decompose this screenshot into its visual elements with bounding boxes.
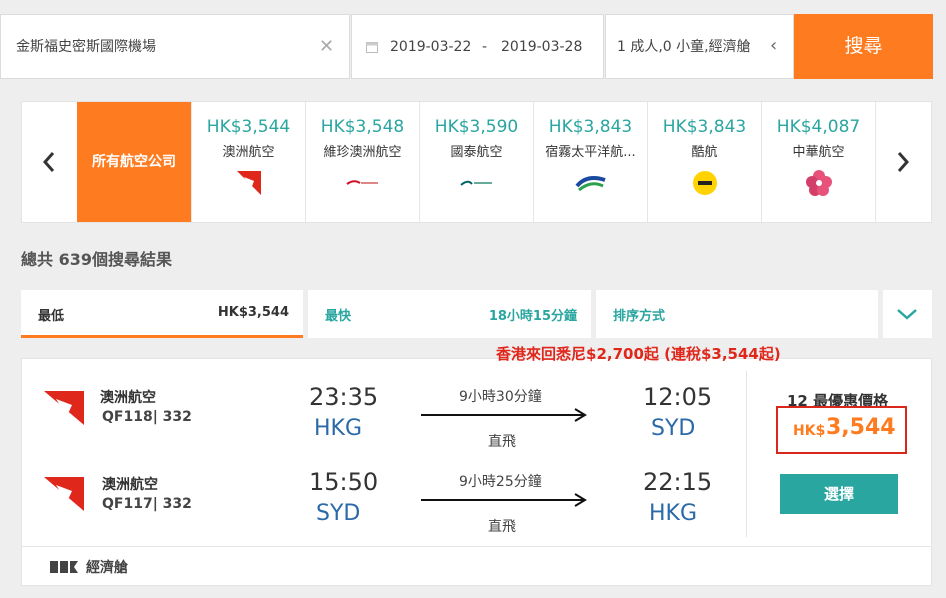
airline-price: HK$3,548 — [320, 117, 405, 137]
leg-departure-code: SYD — [316, 501, 361, 526]
calendar-icon — [366, 42, 378, 53]
destination-value: 金斯福史密斯國際機場 — [16, 39, 156, 55]
qantas-logo-icon — [44, 391, 84, 425]
airline-china-airlines[interactable]: HK$4,087 中華航空 — [761, 102, 875, 222]
arrow-right-icon — [421, 408, 587, 422]
qantas-logo-icon — [229, 168, 269, 198]
airline-price: HK$3,843 — [662, 117, 747, 137]
price-currency: HK$ — [793, 423, 826, 439]
leg-arrival-code: SYD — [651, 416, 696, 441]
airline-name: 中華航空 — [792, 145, 845, 160]
airline-virgin-australia[interactable]: HK$3,548 維珍澳洲航空 — [305, 102, 419, 222]
sort-tab-fastest[interactable]: 最快 18小時15分鐘 — [308, 290, 591, 338]
qantas-logo-icon — [44, 477, 84, 511]
leg-duration: 9小時25分鐘 — [459, 474, 542, 490]
all-airlines-tab[interactable]: 所有航空公司 — [77, 102, 191, 222]
select-button[interactable]: 選擇 — [780, 474, 898, 514]
airline-scoot[interactable]: HK$3,843 酷航 — [647, 102, 761, 222]
price-column-divider — [746, 371, 747, 537]
sort-tab-sort-by[interactable]: 排序方式 — [596, 290, 878, 338]
leg-flight-number: QF117| 332 — [102, 496, 192, 512]
leg-arrival-time: 22:15 — [643, 468, 713, 496]
price-box: HK$ 3,544 — [776, 406, 907, 454]
airline-name: 宿霧太平洋航... — [545, 145, 636, 160]
sort-tab-label: 排序方式 — [613, 309, 666, 324]
airline-name: 國泰航空 — [450, 145, 503, 160]
prev-arrow[interactable] — [22, 102, 76, 222]
leg-airline: 澳洲航空 — [100, 390, 156, 406]
promo-banner-text: 香港來回悉尼$2,700起 (連稅$3,544起) — [496, 345, 781, 363]
leg-flight-number: QF118| 332 — [102, 409, 192, 425]
airline-qantas[interactable]: HK$3,544 澳洲航空 — [191, 102, 305, 222]
date-from: 2019-03-22 — [390, 39, 472, 55]
card-footer-divider — [22, 546, 931, 547]
chevron-left-icon: ‹ — [770, 35, 778, 56]
chevron-right-icon — [897, 152, 909, 172]
next-arrow[interactable] — [875, 102, 929, 222]
sort-tab-label: 最快 — [325, 309, 352, 324]
leg-stops: 直飛 — [488, 434, 516, 450]
date-range-field[interactable]: 2019-03-22 - 2019-03-28 — [351, 14, 604, 79]
airline-price: HK$4,087 — [776, 117, 861, 137]
leg-departure-time: 15:50 — [309, 468, 379, 496]
leg-airline: 澳洲航空 — [102, 477, 158, 493]
virgin-logo-icon — [343, 168, 383, 198]
arrow-right-icon — [421, 493, 587, 507]
leg-departure-time: 23:35 — [309, 383, 379, 411]
seat-icon — [50, 561, 78, 573]
price-value: 3,544 — [826, 415, 896, 440]
passengers-value: 1 成人,0 小童,經濟艙 — [617, 39, 751, 55]
date-to: 2019-03-28 — [501, 39, 583, 55]
sort-tab-cheapest[interactable]: 最低 HK$3,544 — [21, 290, 303, 338]
sort-dropdown-button[interactable] — [883, 290, 932, 338]
flight-result-card: 澳洲航空 QF118| 332 23:35 HKG 9小時30分鐘 直飛 12:… — [21, 358, 932, 586]
airline-cathay[interactable]: HK$3,590 國泰航空 — [419, 102, 533, 222]
sort-tab-label: 最低 — [38, 309, 65, 324]
airline-name: 維珍澳洲航空 — [323, 145, 402, 160]
airline-name: 澳洲航空 — [222, 145, 275, 160]
airline-name: 酷航 — [691, 145, 718, 160]
leg-arrival-code: HKG — [649, 501, 698, 526]
date-separator: - — [482, 39, 488, 55]
leg-duration: 9小時30分鐘 — [459, 389, 542, 405]
cabin-class: 經濟艙 — [86, 560, 128, 576]
leg-departure-code: HKG — [314, 416, 363, 441]
clear-icon[interactable]: ✕ — [319, 36, 334, 57]
passengers-field[interactable]: 1 成人,0 小童,經濟艙 ‹ — [605, 14, 794, 79]
destination-field[interactable]: 金斯福史密斯國際機場 ✕ — [0, 14, 350, 79]
cebu-logo-icon — [571, 168, 611, 198]
chevron-down-icon — [897, 309, 917, 320]
cathay-logo-icon — [457, 168, 497, 198]
result-count: 總共 639個搜尋結果 — [21, 250, 172, 269]
airline-cebu-pacific[interactable]: HK$3,843 宿霧太平洋航... — [533, 102, 647, 222]
airline-filter-strip: 所有航空公司 HK$3,544 澳洲航空 HK$3,548 維珍澳洲航空 HK$… — [21, 101, 932, 223]
sort-tab-value: 18小時15分鐘 — [488, 309, 577, 324]
china-airlines-logo-icon — [799, 168, 839, 198]
leg-stops: 直飛 — [488, 519, 516, 535]
airline-price: HK$3,544 — [206, 117, 291, 137]
sort-tab-value: HK$3,544 — [217, 305, 289, 320]
airline-price: HK$3,590 — [434, 117, 519, 137]
search-button[interactable]: 搜尋 — [794, 14, 933, 79]
leg-arrival-time: 12:05 — [643, 383, 713, 411]
airline-price: HK$3,843 — [548, 117, 633, 137]
chevron-left-icon — [42, 152, 55, 172]
scoot-logo-icon — [685, 168, 725, 198]
